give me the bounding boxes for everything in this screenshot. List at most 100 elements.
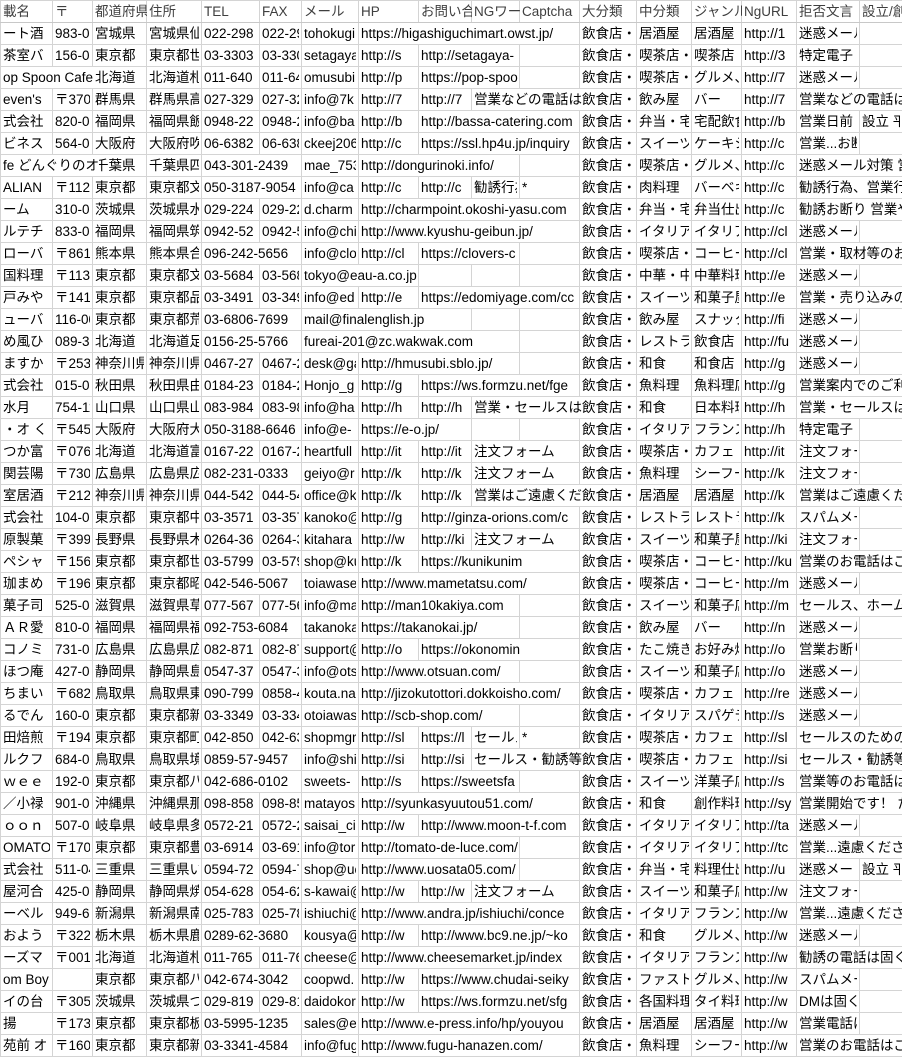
cell-mail[interactable]: shop@ku <box>302 551 359 573</box>
cell-name[interactable]: 関芸陽 <box>1 463 53 485</box>
cell-cat2[interactable]: 喫茶店・ <box>637 155 692 177</box>
cell-refusal[interactable]: 営業...お断り <box>797 133 860 155</box>
cell-genre[interactable]: 居酒屋 <box>692 23 742 45</box>
table-row[interactable]: op Spoon Cafe北海道北海道北海道札011-640011-640omu… <box>1 67 902 89</box>
cell-captcha[interactable] <box>520 925 580 947</box>
cell-zip[interactable]: 〒112-0 <box>53 177 93 199</box>
cell-genre[interactable]: コーヒー <box>692 573 742 595</box>
cell-tel[interactable]: 050-3188-6646 <box>202 419 260 441</box>
cell-refusal[interactable]: セールスのための <box>797 727 860 749</box>
cell-inquiry[interactable] <box>419 155 472 177</box>
cell-fax[interactable]: 0547-37 <box>260 661 302 683</box>
cell-cat2[interactable]: イタリア <box>637 837 692 859</box>
cell-inquiry[interactable] <box>419 595 472 617</box>
cell-genre[interactable]: イタリア <box>692 815 742 837</box>
cell-refusal[interactable]: 迷惑メール対策 <box>797 331 860 353</box>
cell-refusal[interactable]: スパムメール対策 <box>797 507 860 529</box>
cell-fax[interactable] <box>260 925 302 947</box>
cell-founded[interactable] <box>860 463 902 485</box>
cell-addr[interactable]: 山口県山 <box>147 397 202 419</box>
cell-inquiry[interactable]: https://ssl.hp4u.jp/inquiry <box>419 133 472 155</box>
cell-founded[interactable] <box>860 595 902 617</box>
cell-ngword[interactable]: 注文フォーム <box>472 881 520 903</box>
cell-tel[interactable]: 0264-36 <box>202 529 260 551</box>
cell-refusal[interactable]: 迷惑メール対策 <box>797 265 860 287</box>
cell-mail[interactable]: d.charm <box>302 199 359 221</box>
table-row[interactable]: OMATO〒170-0東京都東京都豊03-691403-6914info@tor… <box>1 837 902 859</box>
column-header-genre[interactable]: ジャンル <box>692 1 742 23</box>
cell-genre[interactable]: 喫茶店 <box>692 45 742 67</box>
cell-fax[interactable]: 03-5684 <box>260 265 302 287</box>
cell-captcha[interactable] <box>520 133 580 155</box>
cell-name[interactable]: ーム <box>1 199 53 221</box>
cell-tel[interactable]: 011-640 <box>202 67 260 89</box>
cell-ngurl[interactable]: http://w <box>742 881 797 903</box>
cell-inquiry[interactable] <box>419 793 472 815</box>
cell-mail[interactable]: kitahara <box>302 529 359 551</box>
cell-founded[interactable]: 設立 平成 <box>860 111 902 133</box>
cell-fax[interactable]: 022-298 <box>260 23 302 45</box>
cell-refusal[interactable]: 営業などの電話は <box>797 89 860 111</box>
cell-zip[interactable]: 〒253-0 <box>53 353 93 375</box>
cell-cat1[interactable]: 飲食店・ <box>580 793 637 815</box>
table-row[interactable]: ルクフ684-000鳥取県鳥取県境0859-57-9457info@shihtt… <box>1 749 902 771</box>
cell-zip[interactable]: 192-007 <box>53 771 93 793</box>
cell-name[interactable]: ほつ庵 <box>1 661 53 683</box>
cell-cat1[interactable]: 飲食店・ <box>580 375 637 397</box>
cell-name[interactable]: イの台 <box>1 991 53 1013</box>
cell-ngurl[interactable]: http://g <box>742 353 797 375</box>
cell-tel[interactable]: 03-3341-4584 <box>202 1035 260 1057</box>
cell-fax[interactable]: 011-640 <box>260 67 302 89</box>
cell-inquiry[interactable]: http://bassa-catering.com <box>419 111 472 133</box>
column-header-addr[interactable]: 住所 <box>147 1 202 23</box>
cell-pref[interactable]: 新潟県 <box>93 903 147 925</box>
cell-captcha[interactable] <box>520 1035 580 1057</box>
cell-founded[interactable] <box>860 793 902 815</box>
cell-hp[interactable]: http://w <box>359 925 419 947</box>
column-header-name[interactable]: 載名 <box>1 1 53 23</box>
cell-ngword[interactable] <box>472 23 520 45</box>
cell-inquiry[interactable] <box>419 859 472 881</box>
cell-captcha[interactable] <box>520 45 580 67</box>
cell-genre[interactable]: 飲食店 <box>692 331 742 353</box>
cell-hp[interactable]: http://hmusubi.sblo.jp/ <box>359 353 419 375</box>
cell-cat2[interactable]: 和食 <box>637 793 692 815</box>
cell-fax[interactable] <box>260 331 302 353</box>
cell-name[interactable]: ・オ く <box>1 419 53 441</box>
cell-inquiry[interactable]: https://ws.formzu.net/fge <box>419 375 472 397</box>
cell-hp[interactable]: http://scb-shop.com/ <box>359 705 419 727</box>
cell-tel[interactable]: 03-3571 <box>202 507 260 529</box>
cell-name[interactable]: ALIAN <box>1 177 53 199</box>
cell-zip[interactable]: 〒545-0 <box>53 419 93 441</box>
cell-zip[interactable]: 511-042 <box>53 859 93 881</box>
cell-name[interactable]: ルクフ <box>1 749 53 771</box>
cell-founded[interactable] <box>860 221 902 243</box>
cell-genre[interactable]: カフェ <box>692 441 742 463</box>
cell-cat1[interactable]: 飲食店・ <box>580 111 637 133</box>
cell-cat1[interactable]: 飲食店・ <box>580 463 637 485</box>
cell-genre[interactable]: お好み焼 <box>692 639 742 661</box>
cell-addr[interactable]: 北海道足 <box>147 331 202 353</box>
cell-cat2[interactable]: 居酒屋 <box>637 485 692 507</box>
table-row[interactable]: 茶室バ156-005東京都東京都世03-330303-3303setagayah… <box>1 45 902 67</box>
cell-tel[interactable]: 0948-22 <box>202 111 260 133</box>
data-grid[interactable]: 載名〒都道府県住所TELFAXメールHPお問い合NGワーCaptcha大分類中分… <box>0 0 902 1057</box>
cell-captcha[interactable]: * <box>520 177 580 199</box>
cell-addr[interactable]: 東京都新 <box>147 1035 202 1057</box>
cell-ngurl[interactable]: http://w <box>742 925 797 947</box>
cell-zip[interactable]: 156-005 <box>53 45 93 67</box>
cell-ngword[interactable]: セールス <box>472 727 520 749</box>
cell-pref[interactable]: 東京都 <box>93 507 147 529</box>
cell-pref[interactable]: 鳥取県 <box>93 683 147 705</box>
cell-fax[interactable] <box>260 1035 302 1057</box>
cell-cat1[interactable]: 飲食店・ <box>580 859 637 881</box>
column-header-refusal[interactable]: 拒否文言 <box>797 1 860 23</box>
cell-captcha[interactable] <box>520 661 580 683</box>
cell-refusal[interactable]: 迷惑メー <box>797 859 860 881</box>
table-row[interactable]: ローバ〒861-1熊本県熊本県合096-242-5656info@clohttp… <box>1 243 902 265</box>
cell-inquiry[interactable]: http://w <box>419 881 472 903</box>
cell-addr[interactable]: 神奈川県 <box>147 485 202 507</box>
cell-addr[interactable]: 広島県広 <box>147 463 202 485</box>
cell-founded[interactable] <box>860 375 902 397</box>
cell-genre[interactable]: 和菓子屋 <box>692 287 742 309</box>
